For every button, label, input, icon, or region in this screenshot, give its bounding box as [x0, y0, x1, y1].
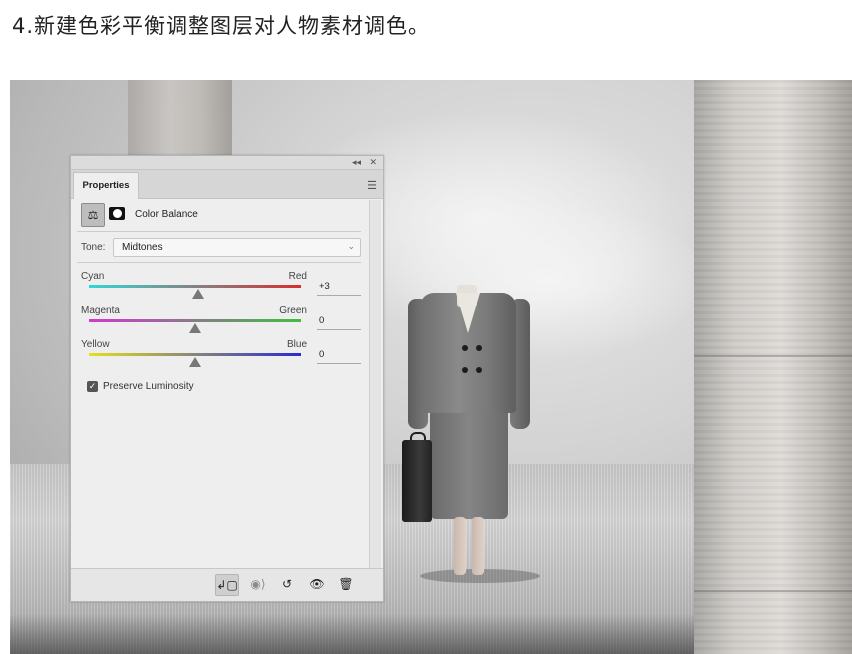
adjustment-title: Color Balance — [135, 209, 198, 220]
slider-right-label: Green — [279, 305, 307, 316]
divider — [77, 231, 361, 232]
close-icon[interactable]: ✕ — [369, 157, 377, 168]
slider-thumb[interactable] — [189, 357, 201, 367]
headless-woman-figure — [400, 285, 540, 585]
slider-track[interactable] — [89, 285, 301, 288]
slider-left-label: Yellow — [81, 339, 110, 350]
right-pillar — [694, 80, 852, 654]
jacket-button — [476, 367, 482, 373]
slider-value-field[interactable]: 0 — [317, 315, 361, 330]
jacket-button — [476, 345, 482, 351]
tone-label: Tone: — [81, 242, 106, 253]
panel-bottom-toolbar: ↲▢ ◉⟩ ↺ 👁 🗑 — [71, 568, 383, 601]
preserve-luminosity-label: Preserve Luminosity — [103, 381, 194, 392]
trash-icon[interactable]: 🗑 — [335, 574, 357, 594]
jacket-button — [462, 367, 468, 373]
color-balance-icon[interactable]: ⚖ — [81, 203, 105, 227]
slider-thumb[interactable] — [189, 323, 201, 333]
slider-left-label: Magenta — [81, 305, 120, 316]
slider-value-field[interactable]: +3 — [317, 281, 361, 296]
slider-value-field[interactable]: 0 — [317, 349, 361, 364]
skirt — [430, 409, 508, 519]
properties-panel: ◂◂ ✕ Properties ☰ ⚖ Color Balance Tone: … — [70, 155, 384, 602]
slider-left-label: Cyan — [81, 271, 105, 282]
slider-track[interactable] — [89, 319, 301, 322]
tone-select[interactable]: Midtones ⌄ — [113, 238, 361, 257]
lapel — [456, 293, 480, 333]
panel-scrollbar[interactable] — [369, 200, 381, 568]
slider-track[interactable] — [89, 353, 301, 356]
slider-thumb[interactable] — [192, 289, 205, 299]
divider — [77, 262, 361, 263]
chevron-down-icon: ⌄ — [347, 241, 355, 251]
panel-topbar: ◂◂ ✕ — [71, 156, 383, 170]
pillar-seam — [694, 355, 852, 357]
adjustment-header: ⚖ Color Balance — [81, 203, 383, 227]
jacket-button — [462, 345, 468, 351]
left-leg — [454, 517, 466, 575]
slider-magenta-green: Magenta Green 0 — [81, 305, 363, 337]
briefcase — [402, 440, 432, 522]
view-previous-icon[interactable]: ◉⟩ — [247, 574, 269, 594]
clip-to-layer-icon[interactable]: ↲▢ — [215, 574, 239, 596]
tone-value: Midtones — [122, 242, 163, 253]
panel-menu-icon[interactable]: ☰ — [367, 179, 377, 192]
slider-cyan-red: Cyan Red +3 — [81, 271, 363, 303]
tab-properties[interactable]: Properties — [73, 172, 139, 199]
visibility-icon[interactable]: 👁 — [306, 574, 328, 594]
slider-right-label: Blue — [286, 339, 307, 350]
collapse-icon[interactable]: ◂◂ — [352, 157, 361, 168]
pillar-seam — [694, 590, 852, 592]
page-caption: 4.新建色彩平衡调整图层对人物素材调色。 — [12, 14, 431, 38]
slider-yellow-blue: Yellow Blue 0 — [81, 339, 363, 371]
layer-mask-icon[interactable] — [109, 207, 125, 220]
preserve-luminosity-checkbox[interactable]: ✓ — [87, 381, 98, 392]
tab-row: Properties ☰ — [71, 170, 383, 199]
reset-icon[interactable]: ↺ — [276, 574, 298, 594]
right-leg — [472, 517, 484, 575]
slider-right-label: Red — [288, 271, 307, 282]
